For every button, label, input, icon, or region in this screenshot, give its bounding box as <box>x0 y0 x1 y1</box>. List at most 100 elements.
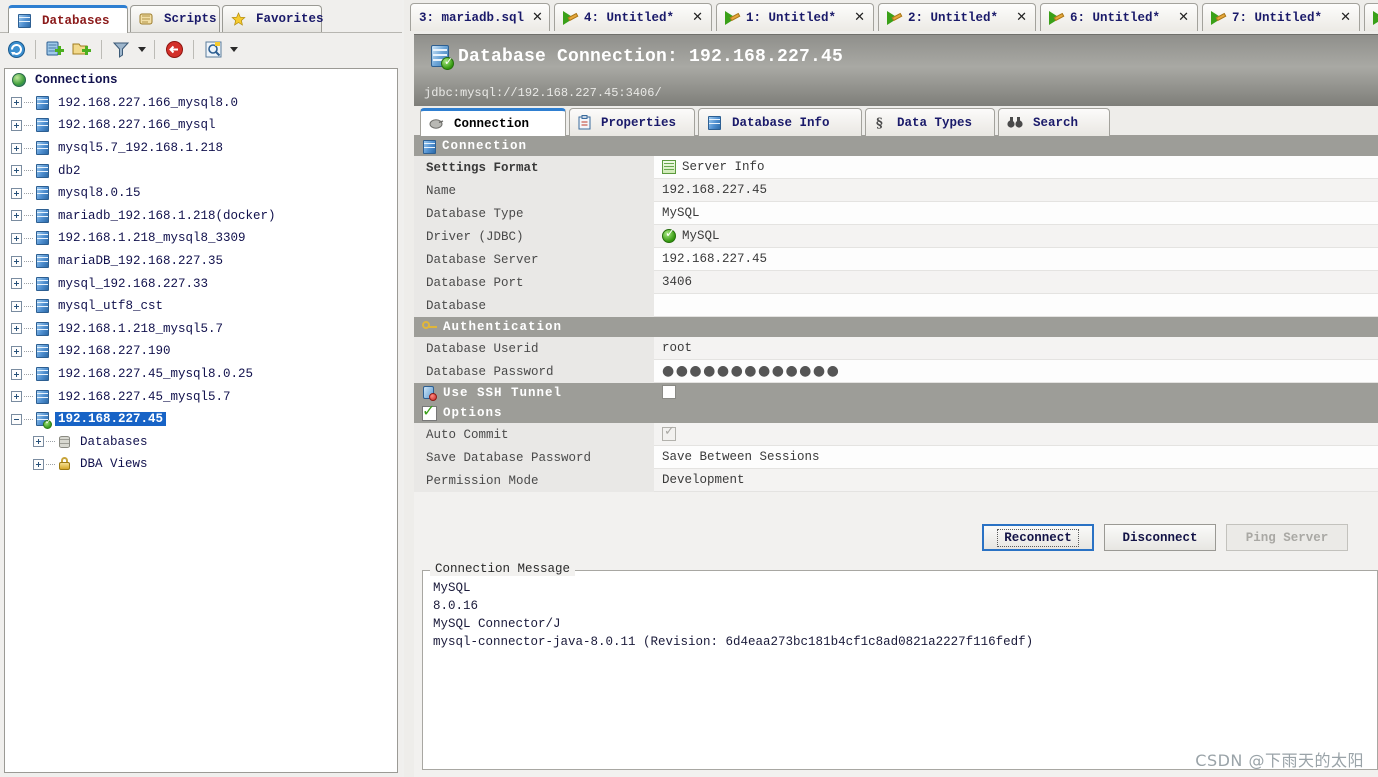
connections-tree[interactable]: Connections 192.168.227.166_mysql8.0 192.… <box>4 68 398 773</box>
tree-item[interactable]: 192.168.227.166_mysql <box>5 114 397 137</box>
password-value: ●●●●●●●●●●●●● <box>662 363 841 379</box>
disconnect-button[interactable]: Disconnect <box>1104 524 1216 551</box>
database-icon <box>35 253 50 269</box>
sidebar-tab-favorites[interactable]: Favorites <box>222 5 324 32</box>
form-row-value[interactable]: 192.168.227.45 <box>654 248 1378 271</box>
tree-item[interactable]: mariaDB_192.168.227.35 <box>5 250 397 273</box>
reconnect-button-label: Reconnect <box>997 528 1079 547</box>
sidebar-tab-scripts[interactable]: Scripts <box>130 5 220 32</box>
tree-item[interactable]: mysql5.7_192.168.1.218 <box>5 137 397 160</box>
form-row-label: Database Password <box>414 360 654 383</box>
expand-icon[interactable] <box>11 368 22 380</box>
form-value-text: 192.168.227.45 <box>662 183 768 197</box>
tree-item[interactable]: 192.168.227.45_mysql8.0.25 <box>5 363 397 386</box>
form-row-value[interactable] <box>654 423 1378 446</box>
expand-icon[interactable] <box>33 458 44 470</box>
filter-dropdown-caret[interactable] <box>136 39 147 61</box>
tree-item[interactable]: DBA Views <box>5 453 397 476</box>
expand-icon[interactable] <box>11 255 22 267</box>
run-script-icon <box>1373 10 1378 25</box>
form-row-value[interactable]: Development <box>654 469 1378 492</box>
form-row-value[interactable]: ●●●●●●●●●●●●● <box>654 360 1378 383</box>
expand-icon[interactable] <box>11 165 22 177</box>
expand-icon[interactable] <box>11 300 22 312</box>
tree-item[interactable]: mysql_utf8_cst <box>5 295 397 318</box>
toolbar-separator-3 <box>154 40 155 59</box>
editor-tab[interactable]: 5: U <box>1364 3 1378 31</box>
tab-search[interactable]: Search <box>998 108 1110 136</box>
editor-tab[interactable]: 7: Untitled* ✕ <box>1202 3 1360 31</box>
expand-icon[interactable] <box>11 97 22 109</box>
section-header: Options <box>414 401 1378 423</box>
tree-item[interactable]: mariadb_192.168.1.218(docker) <box>5 205 397 228</box>
tab-search-label: Search <box>1033 115 1079 130</box>
close-icon[interactable]: ✕ <box>1340 10 1351 25</box>
close-icon[interactable]: ✕ <box>532 10 543 25</box>
tree-item[interactable]: 192.168.1.218_mysql8_3309 <box>5 227 397 250</box>
expand-icon[interactable] <box>11 391 22 403</box>
form-row-value[interactable] <box>654 294 1378 317</box>
tree-item[interactable]: db2 <box>5 159 397 182</box>
form-row: Save Database Password Save Between Sessi… <box>414 446 1378 469</box>
expand-icon[interactable] <box>33 436 44 448</box>
new-folder-icon[interactable] <box>70 38 94 62</box>
collapse-icon[interactable] <box>11 413 22 425</box>
expand-icon[interactable] <box>11 142 22 154</box>
use-ssh-tunnel-checkbox[interactable] <box>662 385 676 399</box>
tree-item[interactable]: 192.168.227.190 <box>5 340 397 363</box>
disconnect-icon[interactable] <box>162 38 186 62</box>
connection-message-text[interactable]: MySQL 8.0.16 MySQL Connector/J mysql-con… <box>422 570 1378 770</box>
editor-tab[interactable]: 2: Untitled* ✕ <box>878 3 1036 31</box>
editor-tab[interactable]: 4: Untitled* ✕ <box>554 3 712 31</box>
form-row-label: Database Userid <box>414 337 654 360</box>
reconnect-button[interactable]: Reconnect <box>982 524 1094 551</box>
tree-item[interactable]: mysql_192.168.227.33 <box>5 272 397 295</box>
tree-root-connections[interactable]: Connections <box>5 69 397 92</box>
ok-icon <box>662 226 676 243</box>
tree-connector <box>46 464 57 465</box>
tree-item[interactable]: 192.168.1.218_mysql5.7 <box>5 318 397 341</box>
expand-icon[interactable] <box>11 232 22 244</box>
form-row-value[interactable]: root <box>654 337 1378 360</box>
expand-icon[interactable] <box>11 210 22 222</box>
form-row-value[interactable]: MySQL <box>654 202 1378 225</box>
expand-icon[interactable] <box>11 278 22 290</box>
connection-message-legend: Connection Message <box>430 562 576 576</box>
editor-tab[interactable]: 3: mariadb.sql ✕ <box>410 3 550 31</box>
new-connection-icon[interactable] <box>43 38 67 62</box>
form-row-value[interactable]: Save Between Sessions <box>654 446 1378 469</box>
form-row-value[interactable]: 3406 <box>654 271 1378 294</box>
close-icon[interactable]: ✕ <box>1016 10 1027 25</box>
tree-item[interactable]: 192.168.227.45_mysql5.7 <box>5 385 397 408</box>
expand-icon[interactable] <box>11 345 22 357</box>
panel-divider[interactable] <box>404 0 414 777</box>
database-icon <box>35 95 50 111</box>
search-dropdown-caret[interactable] <box>228 39 239 61</box>
expand-icon[interactable] <box>11 119 22 131</box>
tab-properties[interactable]: Properties <box>569 108 695 136</box>
tab-database-info[interactable]: Database Info <box>698 108 862 136</box>
filter-icon[interactable] <box>109 38 133 62</box>
tree-connector <box>24 170 35 171</box>
form-row-value[interactable]: MySQL <box>654 225 1378 248</box>
editor-tab[interactable]: 6: Untitled* ✕ <box>1040 3 1198 31</box>
expand-icon[interactable] <box>11 187 22 199</box>
tree-item[interactable]: Databases <box>5 431 397 454</box>
close-icon[interactable]: ✕ <box>854 10 865 25</box>
refresh-connections-icon[interactable] <box>4 38 28 62</box>
tab-connection[interactable]: Connection <box>420 108 566 136</box>
sidebar-tab-databases[interactable]: Databases <box>8 5 128 33</box>
close-icon[interactable]: ✕ <box>1178 10 1189 25</box>
tree-item[interactable]: 192.168.227.45 <box>5 408 397 431</box>
close-icon[interactable]: ✕ <box>692 10 703 25</box>
tab-data-types[interactable]: § Data Types <box>865 108 995 136</box>
tree-item[interactable]: 192.168.227.166_mysql8.0 <box>5 92 397 115</box>
form-row-value[interactable]: Server Info <box>654 156 1378 179</box>
expand-icon[interactable] <box>11 323 22 335</box>
section-icon: § <box>874 115 887 131</box>
form-row-value[interactable]: 192.168.227.45 <box>654 179 1378 202</box>
editor-tab[interactable]: 1: Untitled* ✕ <box>716 3 874 31</box>
tree-item[interactable]: mysql8.0.15 <box>5 182 397 205</box>
disconnect-button-label: Disconnect <box>1122 530 1198 545</box>
search-objects-icon[interactable] <box>201 38 225 62</box>
